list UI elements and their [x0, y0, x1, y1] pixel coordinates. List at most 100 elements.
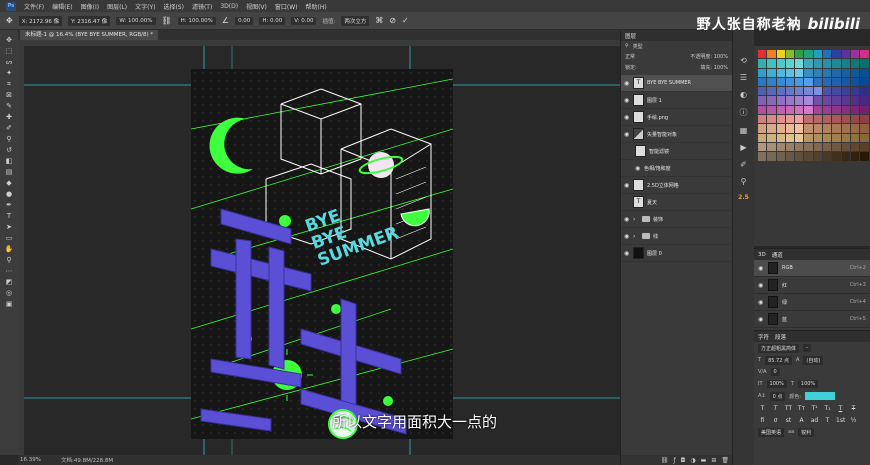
- stylistic-button[interactable]: A: [797, 417, 806, 424]
- tab-layers[interactable]: 图层: [625, 32, 636, 40]
- color-swatch[interactable]: [860, 115, 869, 124]
- new-layer-icon[interactable]: ⊞: [711, 457, 716, 464]
- color-swatch[interactable]: [850, 77, 860, 87]
- color-swatch[interactable]: [841, 152, 850, 161]
- color-swatch[interactable]: [841, 142, 850, 152]
- color-swatch[interactable]: [776, 77, 785, 87]
- color-swatch[interactable]: [785, 59, 795, 68]
- color-swatch[interactable]: [785, 50, 795, 59]
- color-swatch[interactable]: [823, 152, 832, 161]
- color-swatch[interactable]: [823, 68, 832, 77]
- color-swatch[interactable]: [860, 77, 869, 87]
- color-swatch[interactable]: [832, 152, 841, 161]
- color-swatch[interactable]: [776, 142, 785, 152]
- menu-help[interactable]: 帮助(H): [306, 2, 327, 11]
- more-tools-icon[interactable]: ⋯: [4, 267, 14, 275]
- tab-channels[interactable]: 通道: [772, 251, 783, 259]
- color-swatch[interactable]: [813, 115, 823, 124]
- stamp-tool-icon[interactable]: ⚲: [4, 135, 14, 143]
- frame-tool-icon[interactable]: ⊠: [4, 91, 14, 99]
- font-style-select[interactable]: -: [803, 344, 811, 352]
- menu-filter[interactable]: 滤镜(T): [192, 2, 212, 11]
- color-swatch[interactable]: [850, 105, 860, 115]
- color-swatch[interactable]: [823, 87, 832, 96]
- tab-character[interactable]: 字符: [758, 333, 769, 341]
- eye-icon[interactable]: ◉: [624, 80, 630, 87]
- eyedropper-icon[interactable]: ✎: [4, 102, 14, 110]
- color-swatch[interactable]: [813, 59, 823, 68]
- color-swatch[interactable]: [832, 77, 841, 87]
- color-swatch[interactable]: [804, 124, 813, 133]
- channel-row[interactable]: ◉ 蓝 Ctrl+5: [754, 311, 870, 328]
- faux-italic-button[interactable]: T: [771, 405, 780, 412]
- color-swatch[interactable]: [860, 59, 869, 68]
- text-color-swatch[interactable]: [805, 392, 836, 400]
- color-swatch[interactable]: [795, 152, 804, 161]
- leading-field[interactable]: (自动): [803, 355, 824, 365]
- color-swatch[interactable]: [795, 115, 804, 124]
- color-swatch[interactable]: [832, 59, 841, 68]
- color-swatch[interactable]: [813, 87, 823, 96]
- color-swatch[interactable]: [758, 142, 767, 152]
- eye-icon[interactable]: ◉: [624, 216, 630, 223]
- color-swatch[interactable]: [841, 105, 850, 115]
- warp-icon[interactable]: ⌘: [375, 16, 383, 25]
- color-swatch[interactable]: [850, 50, 860, 59]
- eye-icon[interactable]: ◉: [758, 316, 764, 323]
- color-swatch[interactable]: [804, 77, 813, 87]
- libraries-icon[interactable]: ▦: [740, 126, 748, 135]
- color-swatch-icon[interactable]: ◩: [4, 278, 14, 286]
- color-swatch[interactable]: [758, 77, 767, 87]
- move-tool-icon[interactable]: ✥: [6, 16, 13, 25]
- vertical-scale-field[interactable]: 100%: [766, 380, 787, 388]
- color-swatch[interactable]: [813, 152, 823, 161]
- color-swatch[interactable]: [804, 50, 813, 59]
- color-swatch[interactable]: [785, 77, 795, 87]
- rectangle-tool-icon[interactable]: ▭: [4, 234, 14, 242]
- color-swatch[interactable]: [841, 96, 850, 105]
- eye-icon[interactable]: ◉: [624, 182, 630, 189]
- color-swatch[interactable]: [785, 152, 795, 161]
- font-size-field[interactable]: 85.72 点: [765, 355, 792, 365]
- all-caps-button[interactable]: TT: [784, 405, 793, 412]
- menu-window[interactable]: 窗口(W): [275, 2, 298, 11]
- color-swatch[interactable]: [767, 96, 776, 105]
- color-swatch[interactable]: [804, 87, 813, 96]
- color-swatch[interactable]: [767, 124, 776, 133]
- color-swatch[interactable]: [850, 96, 860, 105]
- menu-image[interactable]: 图像(I): [81, 2, 99, 11]
- brush-tool-icon[interactable]: ✐: [4, 124, 14, 132]
- fill-field[interactable]: 100%: [714, 65, 728, 71]
- color-swatch[interactable]: [804, 115, 813, 124]
- mask-icon[interactable]: ◘: [681, 457, 686, 464]
- baseline-field[interactable]: 0 点: [769, 391, 786, 401]
- color-swatch[interactable]: [758, 87, 767, 96]
- adjustments-icon[interactable]: ◐: [740, 90, 747, 99]
- color-swatch[interactable]: [758, 133, 767, 142]
- canvas-workspace[interactable]: BYE BYE SUMMER: [18, 40, 620, 455]
- color-swatch[interactable]: [776, 87, 785, 96]
- angle-field[interactable]: 0.00: [235, 16, 254, 25]
- lasso-tool-icon[interactable]: ᔕ: [4, 58, 14, 66]
- chevron-right-icon[interactable]: ›: [633, 233, 639, 240]
- vskew-field[interactable]: V: 0.00: [291, 16, 317, 25]
- color-swatch[interactable]: [832, 87, 841, 96]
- color-swatch[interactable]: [860, 105, 869, 115]
- eye-icon[interactable]: ◉: [624, 114, 630, 121]
- eye-icon[interactable]: ◉: [758, 265, 764, 272]
- interpolation-select[interactable]: 两次立方: [341, 15, 370, 26]
- color-swatch[interactable]: [758, 59, 767, 68]
- menu-3d[interactable]: 3D(D): [220, 3, 238, 10]
- color-swatch[interactable]: [767, 59, 776, 68]
- color-swatch[interactable]: [785, 87, 795, 96]
- opacity-field[interactable]: 100%: [714, 54, 728, 60]
- color-swatch[interactable]: [758, 115, 767, 124]
- channel-row[interactable]: ◉ RGB Ctrl+2: [754, 260, 870, 277]
- faux-bold-button[interactable]: T: [758, 405, 767, 412]
- color-swatch[interactable]: [767, 105, 776, 115]
- swatch-grid[interactable]: [754, 46, 870, 161]
- color-swatch[interactable]: [795, 105, 804, 115]
- marquee-tool-icon[interactable]: ⬚: [4, 47, 14, 55]
- color-swatch[interactable]: [860, 152, 869, 161]
- dodge-tool-icon[interactable]: ●: [4, 190, 14, 198]
